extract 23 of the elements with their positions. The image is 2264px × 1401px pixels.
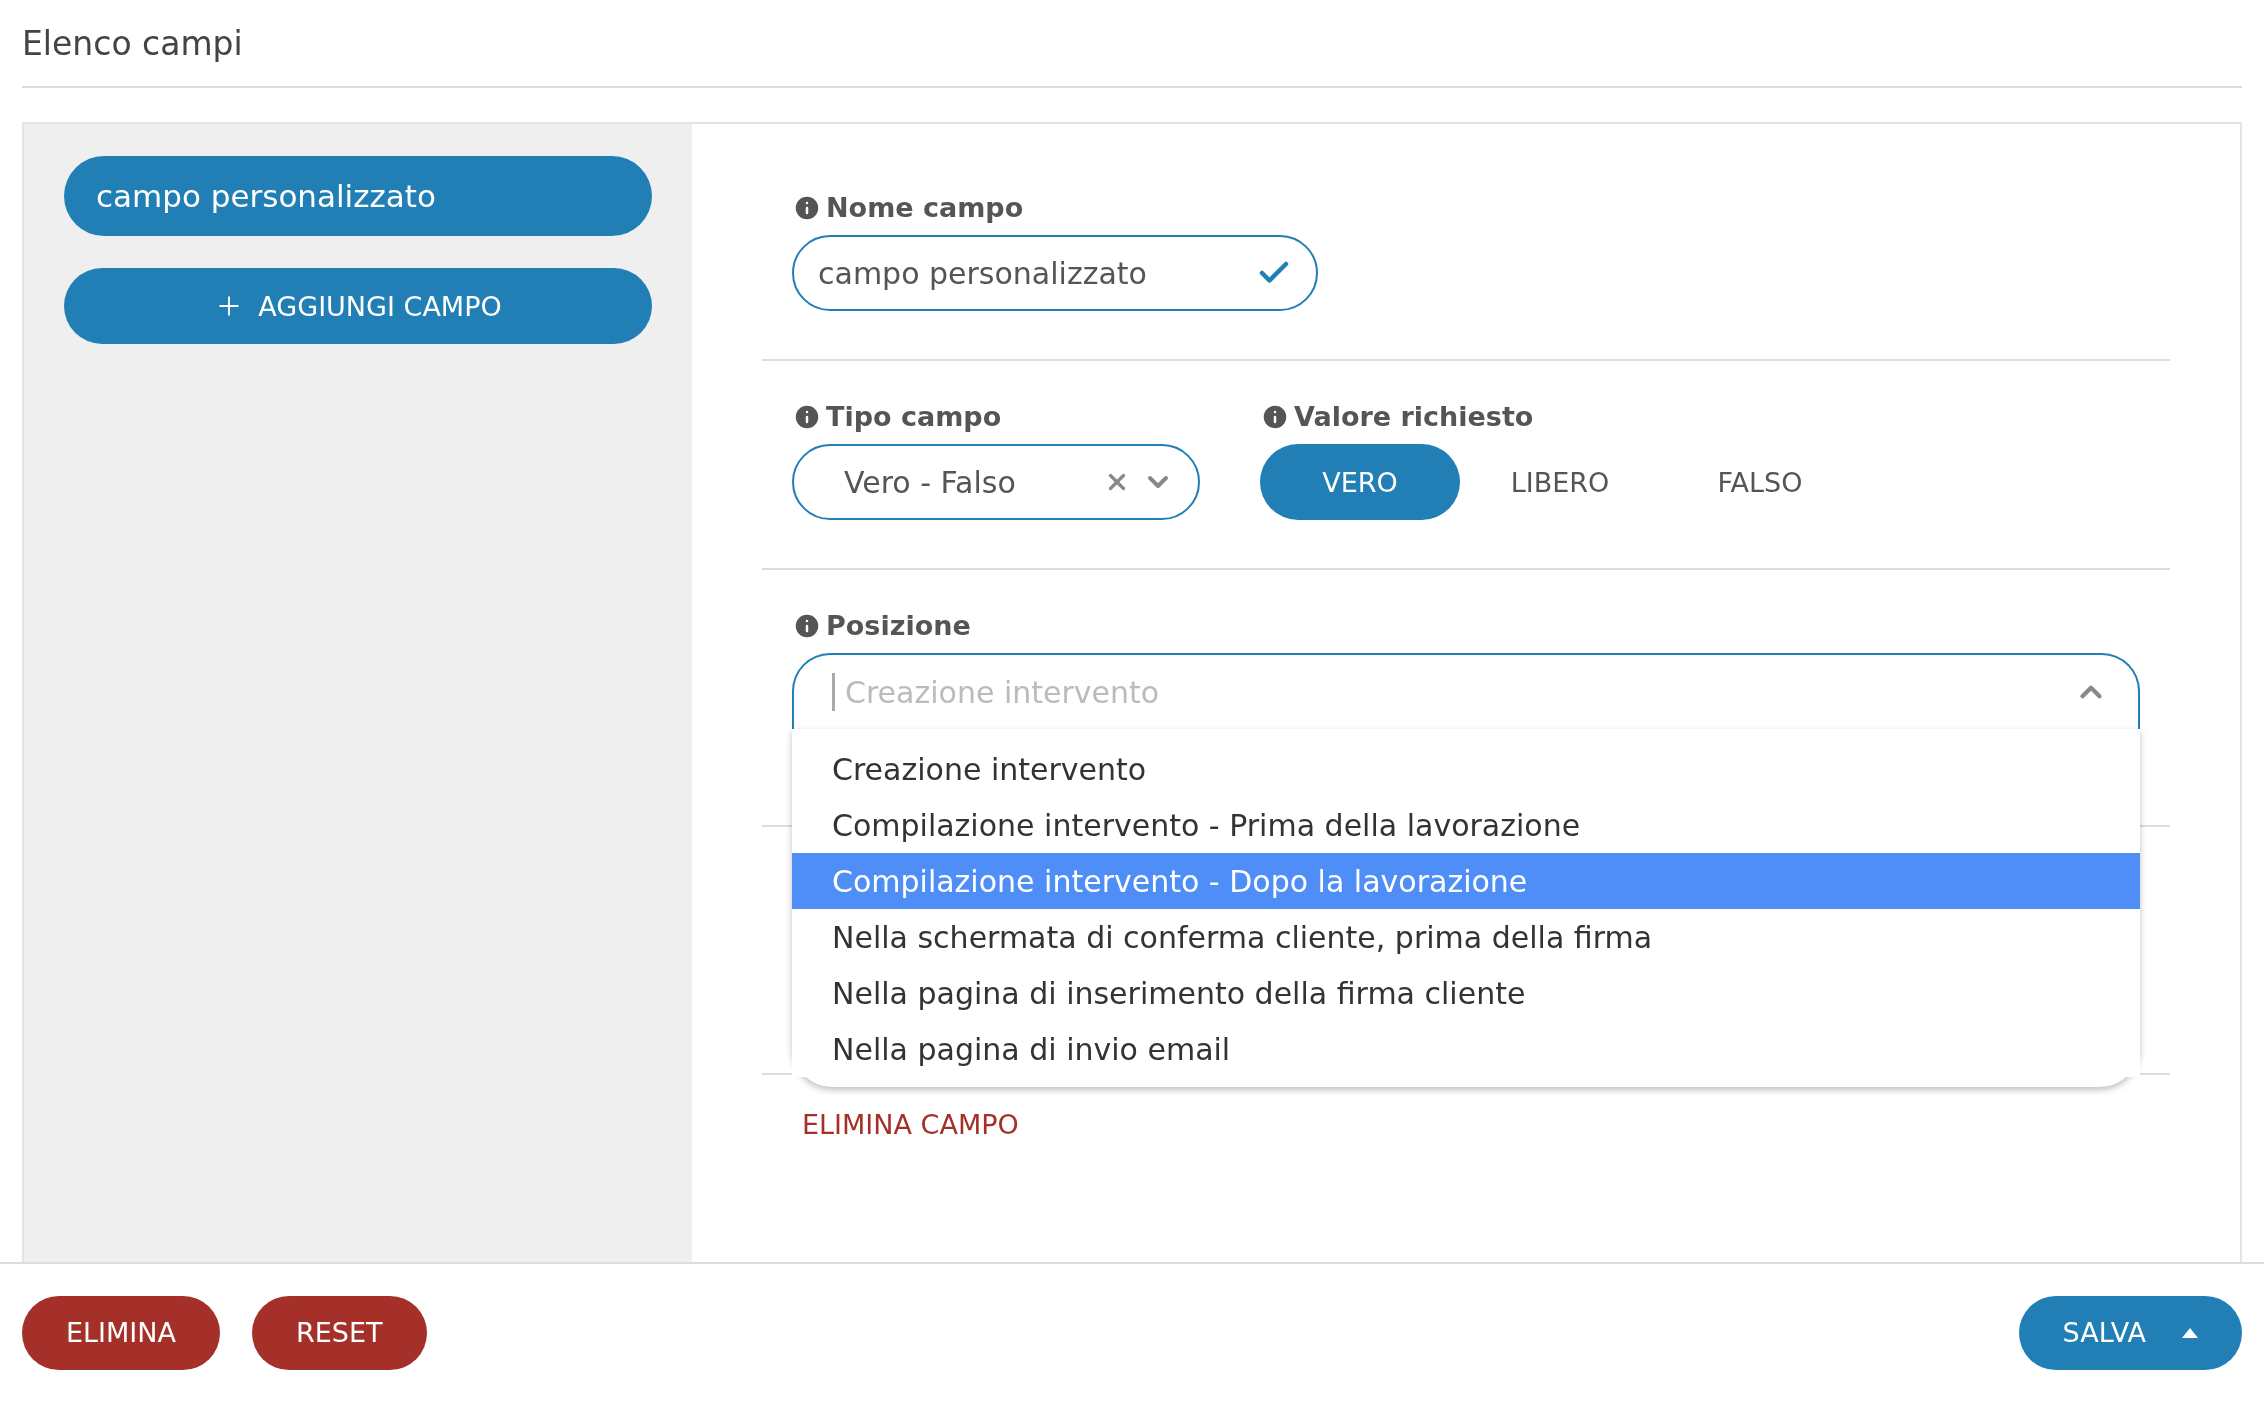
dropdown-option[interactable]: Nella pagina di inserimento della firma cliente [792, 965, 2140, 1021]
field-label: Valore richiesto [1260, 401, 1860, 432]
toggle-option[interactable]: LIBERO [1460, 444, 1660, 520]
dropdown-option[interactable]: Nella pagina di invio email [792, 1021, 2140, 1077]
field-label: Posizione [792, 610, 2140, 641]
add-field-button[interactable]: AGGIUNGI CAMPO [64, 268, 652, 344]
field-list-item[interactable]: campo personalizzato [64, 156, 652, 236]
page-title: Elenco campi [22, 23, 243, 63]
footer-button[interactable]: ELIMINA [22, 1295, 220, 1370]
type-select-field[interactable]: Vero - Falso [792, 444, 1200, 520]
toggle-option[interactable]: VERO [1260, 444, 1460, 520]
field-label: Tipo campo [792, 401, 1200, 432]
save-button[interactable]: SALVA [2018, 1295, 2242, 1370]
delete-field-link[interactable]: ELIMINA CAMPO [802, 1109, 2170, 1140]
name-input-field[interactable]: campo personalizzato [792, 235, 1318, 311]
caret-up-icon [2182, 1327, 2198, 1338]
toggle-option[interactable]: FALSO [1660, 444, 1860, 520]
dropdown-option[interactable]: Nella schermata di conferma cliente, prima della firma [792, 909, 2140, 965]
footer-button[interactable]: RESET [252, 1295, 427, 1370]
position-search-input[interactable]: Creazione intervento [843, 673, 2074, 711]
dropdown-option[interactable]: Creazione intervento [792, 741, 2140, 797]
field-label: Nome campo [792, 192, 1318, 223]
dropdown-option[interactable]: Compilazione intervento - Prima della lavorazione [792, 797, 2140, 853]
